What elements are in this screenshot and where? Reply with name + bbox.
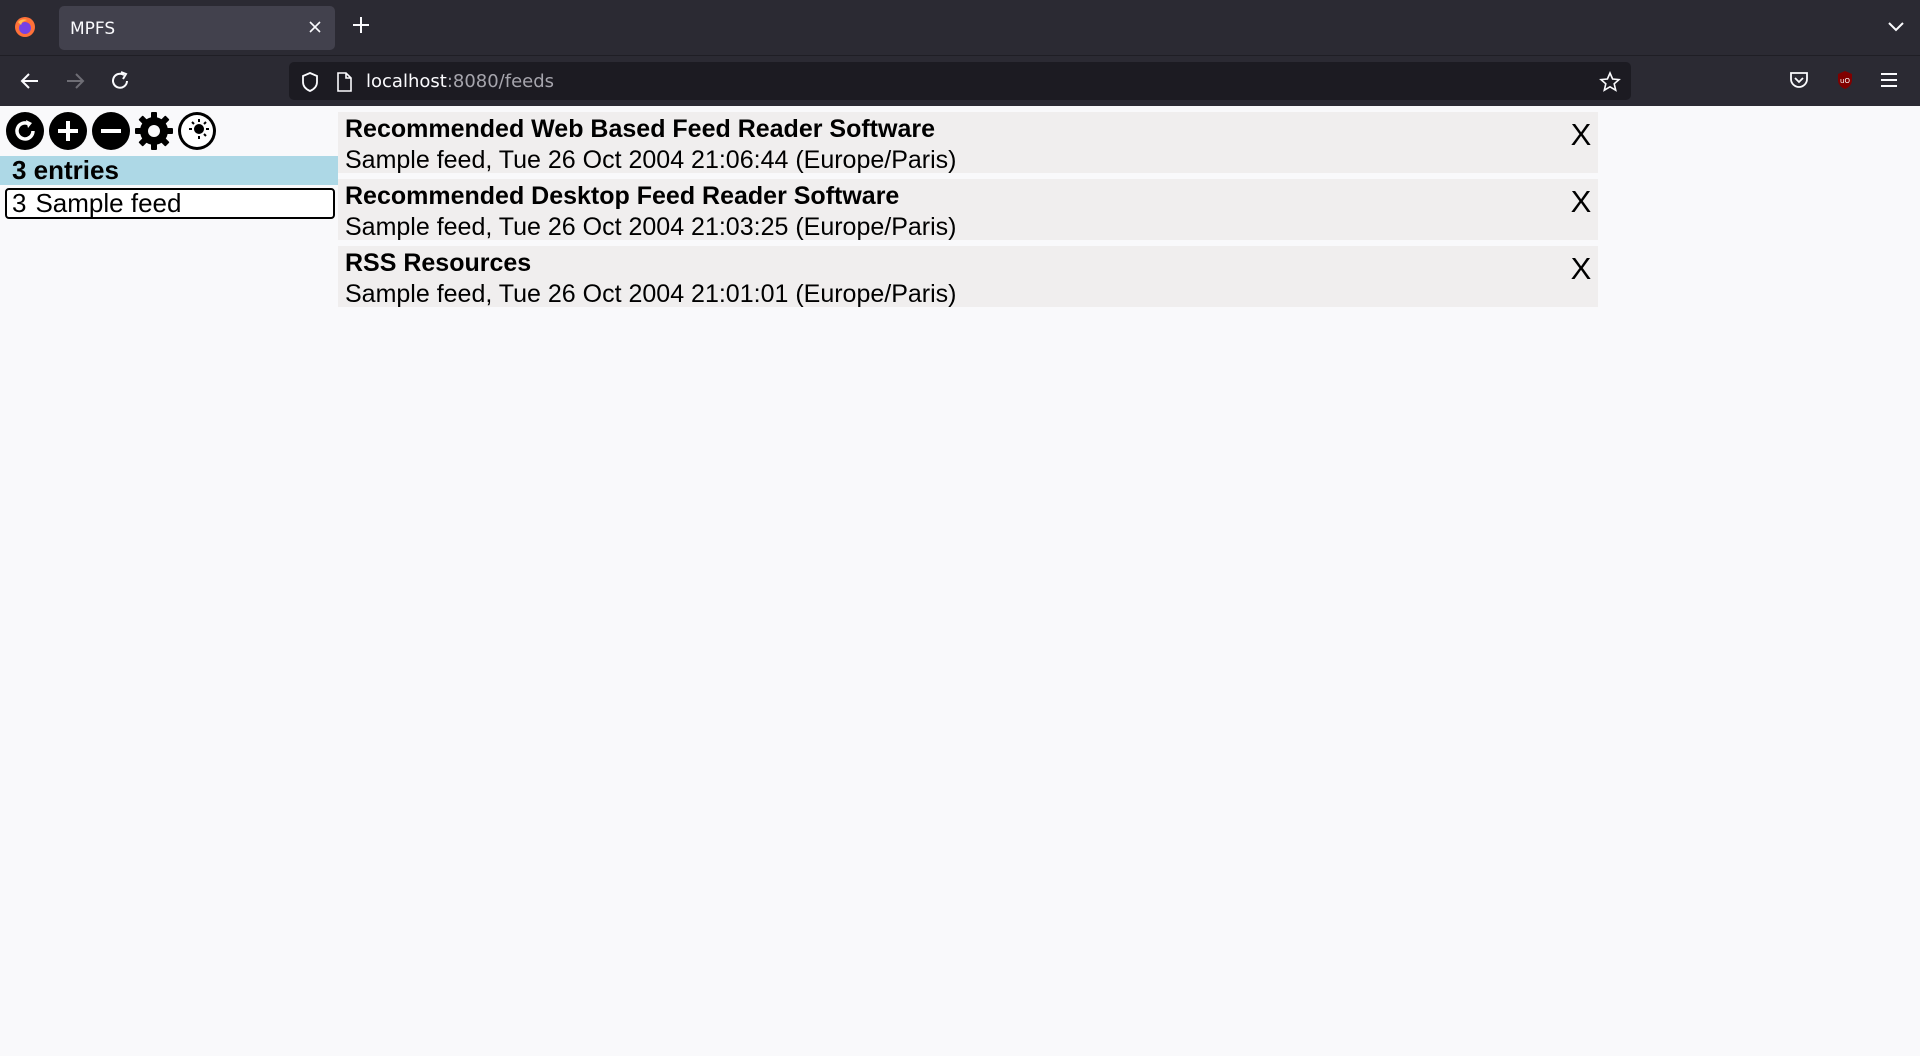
menu-icon[interactable] — [1877, 68, 1901, 92]
entry-list: Recommended Web Based Feed Reader Softwa… — [338, 112, 1598, 313]
dismiss-entry-button[interactable]: X — [1564, 251, 1598, 287]
dismiss-entry-button[interactable]: X — [1564, 117, 1598, 153]
tab-title: MPFS — [70, 19, 116, 39]
browser-tab-bar: MPFS — [0, 0, 1920, 55]
url-path: :8080/feeds — [446, 71, 555, 92]
entry-meta: Sample feed, Tue 26 Oct 2004 21:03:25 (E… — [345, 213, 957, 241]
entries-counter: 3 entries — [0, 156, 338, 185]
feed-unread-count: 3 — [12, 188, 27, 218]
entry-title[interactable]: Recommended Desktop Feed Reader Software — [345, 182, 899, 211]
forward-arrow-icon[interactable] — [62, 68, 88, 94]
feed-name: Sample feed — [35, 188, 182, 218]
chevron-down-icon[interactable] — [1886, 16, 1906, 36]
entry-title[interactable]: Recommended Web Based Feed Reader Softwa… — [345, 115, 935, 144]
svg-text:uO: uO — [1840, 77, 1850, 85]
entry-title[interactable]: RSS Resources — [345, 249, 531, 278]
firefox-logo-icon — [15, 17, 35, 37]
new-tab-icon[interactable] — [350, 14, 372, 36]
theme-toggle-icon[interactable] — [177, 111, 217, 151]
pocket-icon[interactable] — [1787, 68, 1811, 92]
url-text: localhost:8080/feeds — [366, 71, 554, 92]
url-bar[interactable]: localhost:8080/feeds — [289, 62, 1631, 100]
entry-meta: Sample feed, Tue 26 Oct 2004 21:01:01 (E… — [345, 280, 957, 308]
entry-meta: Sample feed, Tue 26 Oct 2004 21:06:44 (E… — [345, 146, 957, 174]
browser-tab[interactable]: MPFS — [59, 6, 335, 50]
page-content: 3 entries 3 Sample feed Recommended Web B… — [0, 106, 1920, 1056]
reload-icon[interactable] — [107, 68, 133, 94]
feed-toolbar — [5, 111, 217, 151]
add-feed-icon[interactable] — [48, 111, 88, 151]
remove-feed-icon[interactable] — [91, 111, 131, 151]
list-item[interactable]: Recommended Web Based Feed Reader Softwa… — [338, 112, 1598, 174]
list-item[interactable]: RSS Resources Sample feed, Tue 26 Oct 20… — [338, 246, 1598, 308]
shield-icon[interactable] — [299, 71, 321, 93]
bookmark-star-icon[interactable] — [1599, 71, 1621, 93]
browser-nav-bar: localhost:8080/feeds uO — [0, 55, 1920, 106]
back-arrow-icon[interactable] — [17, 68, 43, 94]
settings-gear-icon[interactable] — [134, 111, 174, 151]
refresh-icon[interactable] — [5, 111, 45, 151]
sidebar-item-sample-feed[interactable]: 3 Sample feed — [5, 188, 335, 219]
dismiss-entry-button[interactable]: X — [1564, 184, 1598, 220]
close-icon[interactable] — [305, 17, 325, 37]
list-item[interactable]: Recommended Desktop Feed Reader Software… — [338, 179, 1598, 241]
ublock-icon[interactable]: uO — [1833, 68, 1857, 92]
page-icon[interactable] — [333, 71, 355, 93]
url-host: localhost — [366, 71, 447, 92]
